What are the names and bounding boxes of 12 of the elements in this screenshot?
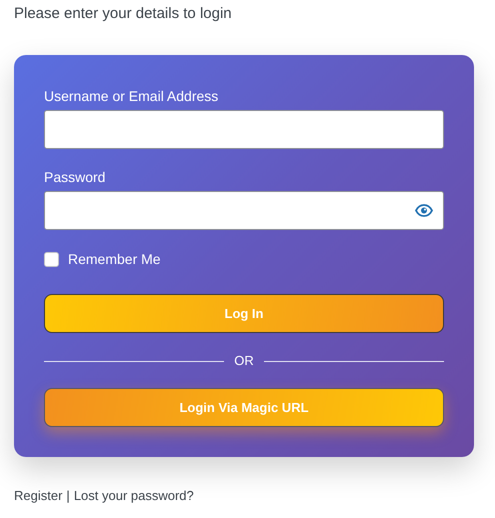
register-link[interactable]: Register [14, 488, 62, 504]
lost-password-link[interactable]: Lost your password? [74, 488, 194, 504]
password-field[interactable] [44, 191, 444, 230]
remember-label: Remember Me [68, 250, 161, 269]
eye-icon[interactable] [415, 204, 433, 217]
divider-label: OR [234, 353, 254, 369]
remember-checkbox[interactable] [44, 252, 59, 267]
page-heading: Please enter your details to login [14, 4, 233, 24]
link-separator: | [66, 488, 70, 504]
field-label: Username or Email Address [44, 87, 220, 105]
field-label: Password [44, 168, 106, 186]
username-field[interactable] [44, 110, 444, 149]
